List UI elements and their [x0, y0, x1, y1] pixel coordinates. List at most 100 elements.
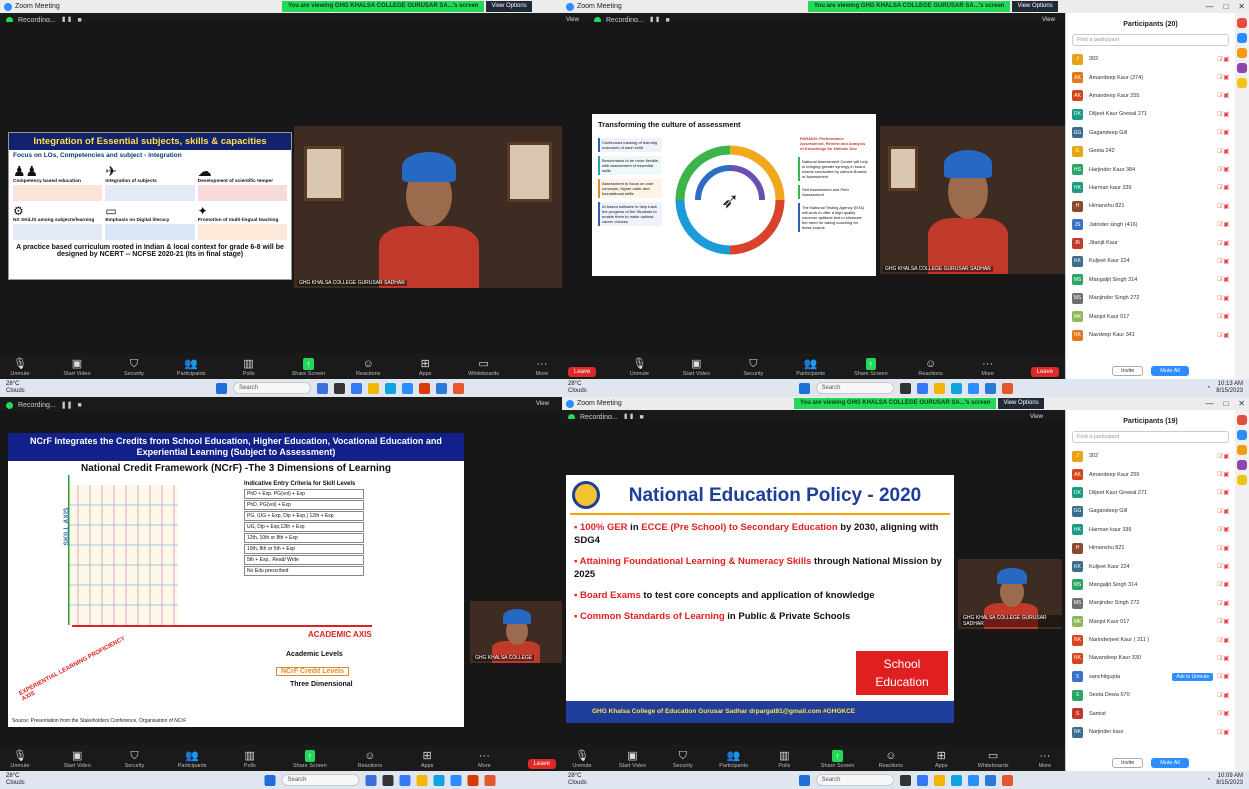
- mute-all-button[interactable]: Mute All: [1151, 758, 1189, 768]
- app-icon[interactable]: [419, 382, 430, 394]
- app-icon[interactable]: [436, 382, 447, 394]
- start-icon[interactable]: [798, 774, 810, 786]
- leave-button[interactable]: Leave: [1030, 367, 1059, 377]
- view-options-button[interactable]: View Options: [486, 1, 532, 12]
- apps-button[interactable]: ⊞ Apps: [411, 358, 439, 377]
- reactions-button[interactable]: ☺ Reactions: [917, 358, 945, 377]
- participant-row[interactable]: HK Harman kaur 339 🎙̸ ▣̸: [1066, 521, 1235, 539]
- participants-button[interactable]: 👥 Participants: [177, 358, 206, 377]
- start-icon[interactable]: [216, 382, 227, 394]
- view-button[interactable]: View: [536, 401, 549, 407]
- start-video-button[interactable]: ▣ Start Video: [63, 358, 91, 377]
- whiteboards-button[interactable]: ▭ Whiteboards: [468, 358, 499, 377]
- edge-icon[interactable]: [950, 774, 962, 786]
- participant-row[interactable]: G Geeta 242 🎙̸ ▣̸: [1066, 142, 1235, 160]
- view-options-button[interactable]: View Options: [1012, 1, 1058, 12]
- ask-to-unmute-button[interactable]: Ask to Unmute: [1172, 672, 1214, 681]
- view-options-button[interactable]: View Options: [998, 398, 1044, 409]
- minimize-icon[interactable]: —: [1205, 2, 1213, 11]
- app-icon[interactable]: [1237, 475, 1247, 485]
- participant-row[interactable]: MS Mangaljit Singh 314 🎙̸ ▣̸: [1066, 271, 1235, 289]
- participant-row[interactable]: HK Harman kaur 339 🎙̸ ▣̸: [1066, 179, 1235, 197]
- participant-row[interactable]: AK Amandeep Kaur 255 🎙̸ ▣̸: [1066, 465, 1235, 483]
- edge-icon[interactable]: [950, 382, 962, 394]
- taskbar-search[interactable]: Search: [281, 774, 360, 786]
- app-icon[interactable]: [899, 774, 911, 786]
- participant-row[interactable]: JK Jitanjit Kaur 🎙̸ ▣̸: [1066, 234, 1235, 252]
- participant-row[interactable]: S Samist 🎙̸ ▣̸: [1066, 704, 1235, 722]
- more-button[interactable]: ··· More: [974, 358, 1002, 377]
- reactions-button[interactable]: ☺ Reactions: [877, 750, 905, 769]
- weather-widget[interactable]: 28°C Clouds: [6, 773, 66, 787]
- minimize-icon[interactable]: —: [1205, 399, 1213, 408]
- participant-row[interactable]: GG Gagandeep Gill 🎙̸ ▣̸: [1066, 124, 1235, 142]
- app-icon[interactable]: [1237, 415, 1247, 425]
- app-icon[interactable]: [467, 774, 479, 786]
- whiteboards-button[interactable]: ▭ Whiteboards: [978, 750, 1009, 769]
- chrome-icon[interactable]: [1001, 774, 1013, 786]
- security-button[interactable]: ⛉ Security: [739, 358, 767, 377]
- share-screen-button[interactable]: ↑ Share Screen: [821, 750, 854, 769]
- reactions-button[interactable]: ☺ Reactions: [354, 358, 382, 377]
- app-icon[interactable]: [1237, 48, 1247, 58]
- participants-button[interactable]: 👥 Participants: [719, 750, 748, 769]
- app-icon[interactable]: [317, 382, 328, 394]
- apps-button[interactable]: ⊞ Apps: [413, 750, 441, 769]
- security-button[interactable]: ⛉ Security: [120, 358, 148, 377]
- app-icon[interactable]: [1237, 18, 1247, 28]
- app-icon[interactable]: [916, 774, 928, 786]
- participant-row[interactable]: GG Gagandeep Gill 🎙̸ ▣̸: [1066, 502, 1235, 520]
- participant-row[interactable]: DK Diljeet Kaur Grewal 271 🎙̸ ▣̸: [1066, 105, 1235, 123]
- security-button[interactable]: ⛉ Security: [121, 750, 149, 769]
- folder-icon[interactable]: [933, 382, 945, 394]
- reactions-button[interactable]: ☺ Reactions: [356, 750, 384, 769]
- chrome-icon[interactable]: [453, 382, 464, 394]
- participant-row[interactable]: J 302 🎙̸ ▣̸: [1066, 447, 1235, 465]
- weather-widget[interactable]: 28°C Clouds: [568, 773, 628, 787]
- participant-row[interactable]: NK Narjinder kaur 🎙̸ ▣̸: [1066, 723, 1235, 741]
- invite-button[interactable]: Invite: [1112, 366, 1144, 376]
- invite-button[interactable]: Invite: [1112, 758, 1144, 768]
- app-icon[interactable]: [984, 382, 996, 394]
- app-icon[interactable]: [1237, 63, 1247, 73]
- app-icon[interactable]: [351, 382, 362, 394]
- participant-row[interactable]: KK Kuljeet Kaur 224 🎙̸ ▣̸: [1066, 557, 1235, 575]
- taskbar-search[interactable]: Search: [815, 774, 894, 786]
- participant-row[interactable]: J 302 🎙̸ ▣̸: [1066, 50, 1235, 68]
- wifi-icon[interactable]: ◔: [1207, 385, 1211, 392]
- leave-button[interactable]: Leave: [568, 367, 597, 377]
- start-video-button[interactable]: ▣ Start Video: [63, 750, 91, 769]
- unmute-button[interactable]: 🎙 Unmute: [6, 750, 34, 769]
- security-button[interactable]: ⛉ Security: [669, 750, 697, 769]
- app-icon[interactable]: [1237, 33, 1247, 43]
- zoom-app-icon[interactable]: [402, 382, 413, 394]
- folder-icon[interactable]: [368, 382, 379, 394]
- more-button[interactable]: ··· More: [528, 358, 556, 377]
- zoom-app-icon[interactable]: [967, 382, 979, 394]
- unmute-button[interactable]: 🎙 Unmute: [6, 358, 34, 377]
- folder-icon[interactable]: [416, 774, 428, 786]
- close-icon[interactable]: ✕: [1238, 2, 1245, 11]
- clock[interactable]: 10:13 AM 8/15/2023: [1216, 381, 1243, 395]
- mute-all-button[interactable]: Mute All: [1151, 366, 1189, 376]
- start-video-button[interactable]: ▣ Start Video: [618, 750, 646, 769]
- edge-icon[interactable]: [385, 382, 396, 394]
- start-icon[interactable]: [798, 382, 810, 394]
- participant-row[interactable]: NK Narinderjeet Kaur ( 311 ) 🎙̸ ▣̸: [1066, 631, 1235, 649]
- taskbar-search[interactable]: Search: [815, 382, 894, 394]
- app-icon[interactable]: [984, 774, 996, 786]
- app-icon[interactable]: [1237, 430, 1247, 440]
- polls-button[interactable]: ▥ Polls: [236, 750, 264, 769]
- more-button[interactable]: ··· More: [470, 750, 498, 769]
- stop-recording-icon[interactable]: ■: [77, 402, 81, 409]
- participant-row[interactable]: NK Navdeep Kaur 341 🎙̸ ▣̸: [1066, 326, 1235, 344]
- app-icon[interactable]: [382, 774, 394, 786]
- polls-button[interactable]: ▥ Polls: [235, 358, 263, 377]
- app-icon[interactable]: [916, 382, 928, 394]
- participant-row[interactable]: HS Harjinder Kaur 384 🎙̸ ▣̸: [1066, 160, 1235, 178]
- participant-row[interactable]: H Himanshu 821 🎙̸ ▣̸: [1066, 539, 1235, 557]
- participant-row[interactable]: MK Manjot Kaur 017 🎙̸ ▣̸: [1066, 613, 1235, 631]
- start-icon[interactable]: [264, 774, 276, 786]
- maximize-icon[interactable]: □: [1223, 399, 1228, 408]
- app-icon[interactable]: [334, 382, 345, 394]
